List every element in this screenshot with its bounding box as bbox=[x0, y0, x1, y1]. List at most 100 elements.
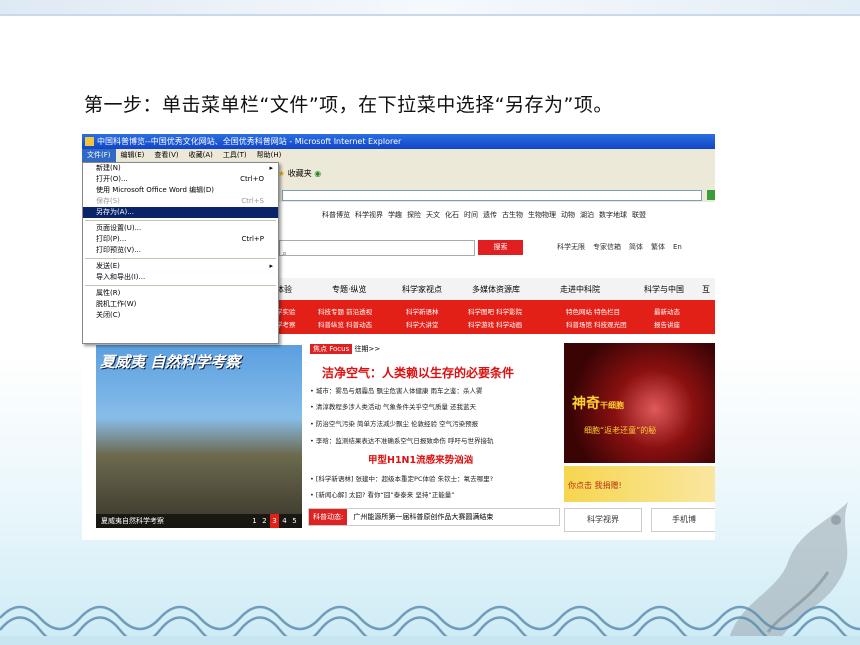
top-link[interactable]: 简体 bbox=[629, 243, 643, 251]
donation-ad-text: 你点击 我捐赠! bbox=[568, 481, 622, 490]
site-tab[interactable]: 专题·纵览 bbox=[332, 284, 367, 295]
menu-item-import-export[interactable]: 导入和导出(I)... bbox=[83, 272, 278, 283]
top-link[interactable]: En bbox=[673, 243, 682, 251]
red-link[interactable]: 科普场馆 科技观光团 bbox=[566, 319, 627, 329]
nav-link[interactable]: 联盟 bbox=[632, 211, 646, 219]
nav-link[interactable]: 天文 bbox=[426, 211, 440, 219]
menu-item-properties[interactable]: 属性(R) bbox=[83, 288, 278, 299]
menu-item-edit-with-word[interactable]: 使用 Microsoft Office Word 编辑(D) bbox=[83, 185, 278, 196]
history-icon[interactable]: ◉ bbox=[314, 169, 321, 178]
menubar: 文件(F) 编辑(E) 查看(V) 收藏(A) 工具(T) 帮助(H) bbox=[82, 149, 715, 162]
subheadline[interactable]: 甲型H1N1流感来势汹汹 bbox=[368, 452, 473, 466]
news-line[interactable]: • 李晗：监测结果表达不准确系空气日报致命伤 呼吁与世界接轨 bbox=[310, 435, 493, 445]
red-link[interactable]: 报告讲座 bbox=[654, 319, 680, 329]
news-line[interactable]: • 城市：雾岛与烟霾岛 飘尘危害人体健康 雨车之鉴：杀人雾 bbox=[310, 385, 483, 395]
feature-banner[interactable]: 夏威夷 自然科学考察 夏威夷自然科学考察 12345 bbox=[96, 345, 302, 528]
top-links: 科学无限 专家信箱 简体 繁体 En bbox=[557, 242, 690, 252]
red-link[interactable]: 科学新语林 bbox=[406, 306, 439, 316]
banner-caption: 夏威夷自然科学考察 bbox=[101, 517, 164, 525]
focus-tag: 焦点 Focus bbox=[310, 344, 353, 354]
focus-header: 焦点 Focus 往期>> bbox=[310, 344, 380, 354]
red-link[interactable]: 科学游戏 科学动画 bbox=[468, 319, 522, 329]
pager-button[interactable]: 2 bbox=[260, 514, 269, 528]
headline[interactable]: 洁净空气：人类赖以生存的必要条件 bbox=[322, 364, 514, 381]
menu-item-print[interactable]: 打印(P)... Ctrl+P bbox=[83, 234, 278, 245]
site-tab[interactable]: 科学家视点 bbox=[402, 284, 442, 295]
red-link[interactable]: 科技专题 前沿透视 bbox=[318, 306, 372, 316]
menu-tools[interactable]: 工具(T) bbox=[218, 149, 252, 162]
nav-link[interactable]: 科学视界 bbox=[355, 211, 383, 219]
news-ticker-text[interactable]: 广州能源所第一届科普原创作品大赛圆满结束 bbox=[353, 513, 493, 521]
red-link[interactable]: 科普纵览 科普动态 bbox=[318, 319, 372, 329]
feature-subtitle: 细胞“返老还童”的秘 bbox=[584, 426, 657, 435]
menu-item-page-setup[interactable]: 页面设置(U)... bbox=[83, 223, 278, 234]
nav-link[interactable]: 遗传 bbox=[483, 211, 497, 219]
top-link[interactable]: 科学无限 bbox=[557, 243, 585, 251]
menu-item-save: 保存(S) Ctrl+S bbox=[96, 197, 264, 205]
menu-item-close[interactable]: 关闭(C) bbox=[83, 310, 278, 321]
nav-link[interactable]: 时间 bbox=[464, 211, 478, 219]
pager-button[interactable]: 4 bbox=[280, 514, 289, 528]
menu-file[interactable]: 文件(F) bbox=[82, 149, 116, 162]
nav-link[interactable]: 科普博览 bbox=[322, 211, 350, 219]
pager-button[interactable]: 3 bbox=[270, 514, 279, 528]
nav-link[interactable]: 化石 bbox=[445, 211, 459, 219]
nav-link[interactable]: 学趣 bbox=[388, 211, 402, 219]
site-search-input[interactable]: ⌕ bbox=[279, 240, 475, 259]
site-tab[interactable]: 互 bbox=[702, 284, 710, 295]
science-vision-button[interactable]: 科学视界 bbox=[564, 508, 642, 532]
menu-help[interactable]: 帮助(H) bbox=[252, 149, 287, 162]
menu-edit[interactable]: 编辑(E) bbox=[116, 149, 150, 162]
site-tab[interactable]: 科学与中国 bbox=[644, 284, 684, 295]
menu-item-send[interactable]: 发送(E) ▸ bbox=[83, 261, 278, 272]
site-tab[interactable]: 多媒体资源库 bbox=[472, 284, 520, 295]
menu-item-work-offline[interactable]: 脱机工作(W) bbox=[83, 299, 278, 310]
slide-heading: 第一步：单击菜单栏“文件”项，在下拉菜中选择“另存为”项。 bbox=[84, 94, 613, 116]
submenu-arrow-icon: ▸ bbox=[269, 164, 273, 172]
top-link[interactable]: 繁体 bbox=[651, 243, 665, 251]
menu-item-open[interactable]: 打开(O)... Ctrl+O bbox=[83, 174, 278, 185]
nav-link[interactable]: 数字地球 bbox=[599, 211, 627, 219]
red-link[interactable]: 科学大讲堂 bbox=[406, 319, 439, 329]
mobile-blog-button[interactable]: 手机博 bbox=[651, 508, 715, 532]
search-button[interactable]: 搜索 bbox=[478, 240, 523, 255]
news-line[interactable]: • [新闻心解] 太囧? 看你“囧”泰泰来 坚持“正能量” bbox=[310, 489, 455, 499]
news-line[interactable]: • [科学新语林] 张建中：超级本重定PC体验 朱钦士：氧去哪里? bbox=[310, 473, 493, 483]
menu-shortcut: Ctrl+S bbox=[241, 197, 264, 205]
red-link[interactable]: 科学图吧 科学影院 bbox=[468, 306, 522, 316]
nav-link[interactable]: 生物物理 bbox=[528, 211, 556, 219]
nav-link[interactable]: 古生物 bbox=[502, 211, 523, 219]
address-input[interactable] bbox=[282, 190, 702, 201]
window-titlebar: 中国科普博览--中国优秀文化网站、全国优秀科普网站 - Microsoft In… bbox=[82, 134, 715, 149]
banner-title: 夏威夷 自然科学考察 bbox=[100, 353, 241, 371]
feature-title: 神奇干细胞 bbox=[572, 396, 624, 412]
site-tab[interactable]: 走进中科院 bbox=[560, 284, 600, 295]
submenu-arrow-icon: ▸ bbox=[269, 262, 273, 270]
focus-more-link[interactable]: 往期>> bbox=[354, 345, 380, 353]
menu-favorites[interactable]: 收藏(A) bbox=[184, 149, 218, 162]
menu-item-save-as[interactable]: 另存为(A)... bbox=[83, 207, 278, 218]
news-line[interactable]: • 清淳教程多涉人类活动 气象条件关乎空气质量 还我蓝天 bbox=[310, 401, 476, 411]
stem-cell-feature[interactable]: 神奇干细胞 细胞“返老还童”的秘 bbox=[564, 343, 715, 463]
menu-separator bbox=[85, 220, 276, 221]
menu-view[interactable]: 查看(V) bbox=[149, 149, 183, 162]
top-link[interactable]: 专家信箱 bbox=[593, 243, 621, 251]
nav-link[interactable]: 动物 bbox=[561, 211, 575, 219]
nav-link[interactable]: 探险 bbox=[407, 211, 421, 219]
nav-link[interactable]: 湖泊 bbox=[580, 211, 594, 219]
news-line[interactable]: • 防治空气污染 简单方法减少飘尘 伦敦经验 空气污染预报 bbox=[310, 418, 478, 428]
menu-item-print-preview[interactable]: 打印预览(V)... bbox=[83, 245, 278, 256]
red-link[interactable]: 最新动态 bbox=[654, 306, 680, 316]
menu-item-new[interactable]: 新建(N) ▸ bbox=[83, 163, 278, 174]
browser-screenshot: 中国科普博览--中国优秀文化网站、全国优秀科普网站 - Microsoft In… bbox=[82, 134, 715, 540]
favorites-button[interactable]: ★ 收藏夹 ◉ bbox=[278, 168, 321, 179]
banner-pager: 12345 bbox=[249, 514, 299, 528]
donation-ad[interactable]: 你点击 我捐赠! bbox=[564, 466, 715, 502]
red-link[interactable]: 特色网站 特色栏目 bbox=[566, 306, 620, 316]
menu-separator bbox=[85, 285, 276, 286]
menu-separator bbox=[85, 258, 276, 259]
menu-shortcut: Ctrl+O bbox=[240, 175, 264, 183]
pager-button[interactable]: 1 bbox=[250, 514, 259, 528]
go-button[interactable] bbox=[707, 190, 715, 200]
pager-button[interactable]: 5 bbox=[290, 514, 299, 528]
